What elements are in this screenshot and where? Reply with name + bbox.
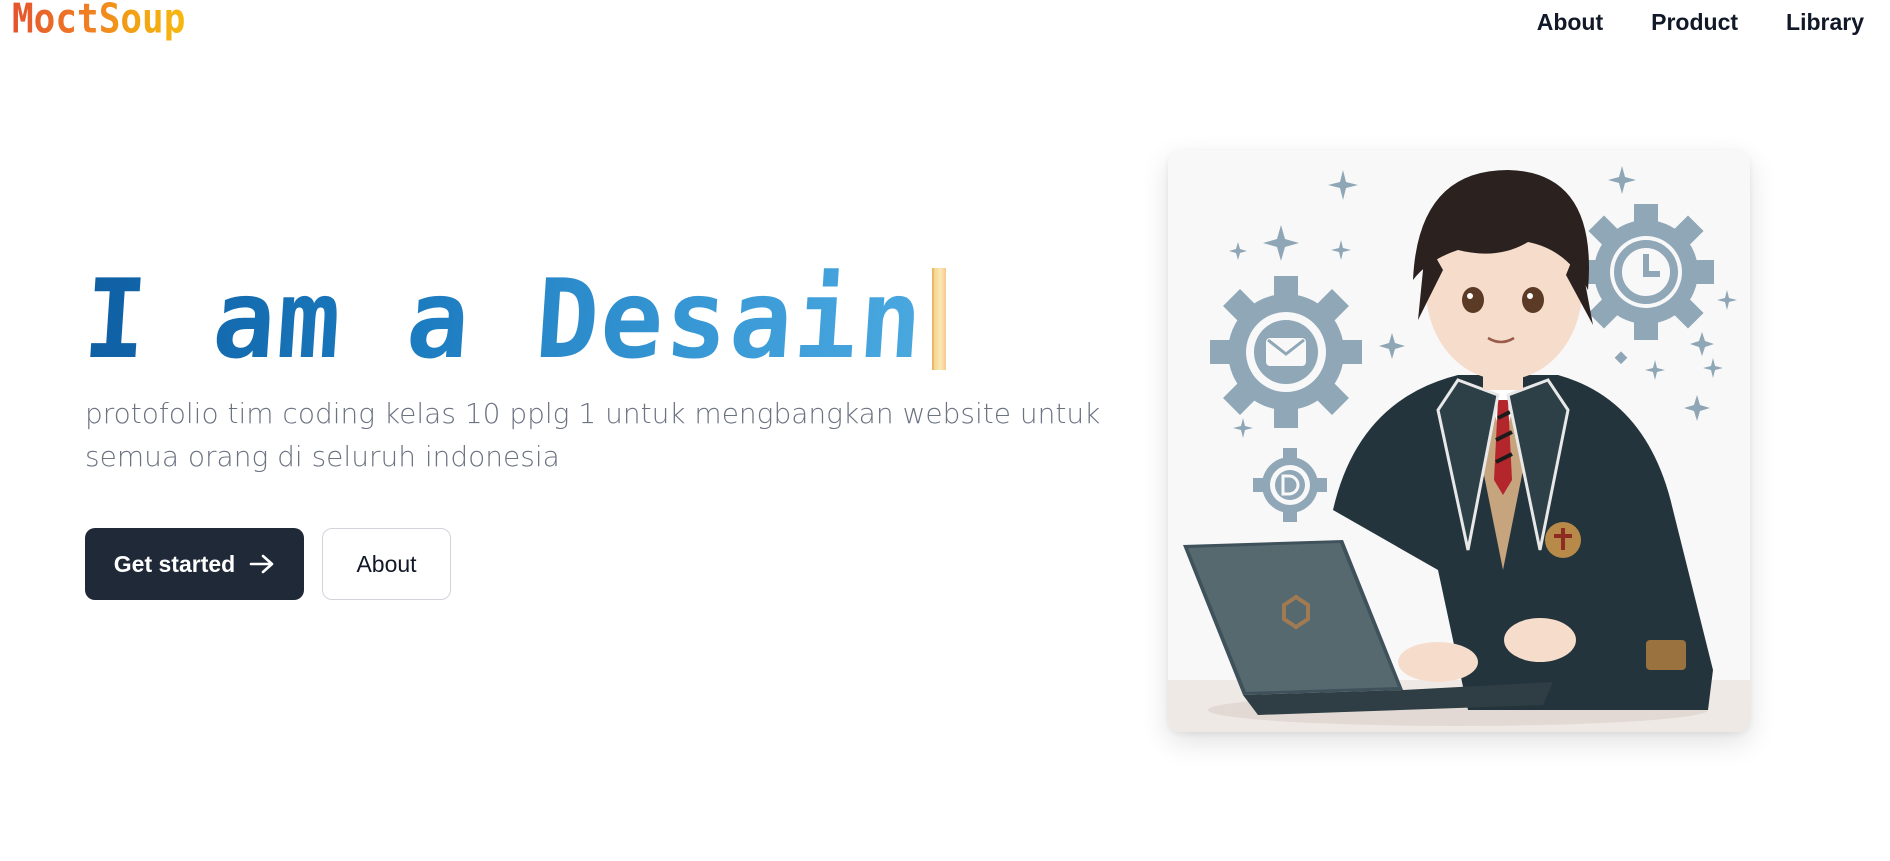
- landing-page: MoctSoup About Product Library I am a De…: [0, 0, 1890, 861]
- hero-title-text: I am a Desain: [79, 254, 929, 384]
- student-laptop-illustration: [1168, 166, 1750, 732]
- nav-link-library[interactable]: Library: [1786, 9, 1864, 36]
- hero-description: protofolio tim coding kelas 10 pplg 1 un…: [85, 397, 1101, 473]
- main-nav: About Product Library: [1537, 9, 1864, 36]
- clock-gear-icon: [1578, 204, 1714, 340]
- d-gear-icon: [1253, 448, 1327, 522]
- envelope-gear-icon: [1210, 276, 1362, 428]
- nav-link-about[interactable]: About: [1537, 9, 1603, 36]
- get-started-label: Get started: [113, 550, 236, 577]
- site-logo[interactable]: MoctSoup: [12, 0, 185, 41]
- typing-caret: [931, 268, 946, 370]
- site-header: MoctSoup About Product Library: [0, 0, 1890, 48]
- nav-link-product[interactable]: Product: [1651, 9, 1738, 36]
- hero-illustration: [1168, 150, 1750, 732]
- arrow-right-icon: [249, 554, 274, 574]
- hero-title: I am a Desain: [80, 255, 946, 383]
- get-started-button[interactable]: Get started: [85, 528, 304, 600]
- about-button[interactable]: About: [322, 528, 451, 600]
